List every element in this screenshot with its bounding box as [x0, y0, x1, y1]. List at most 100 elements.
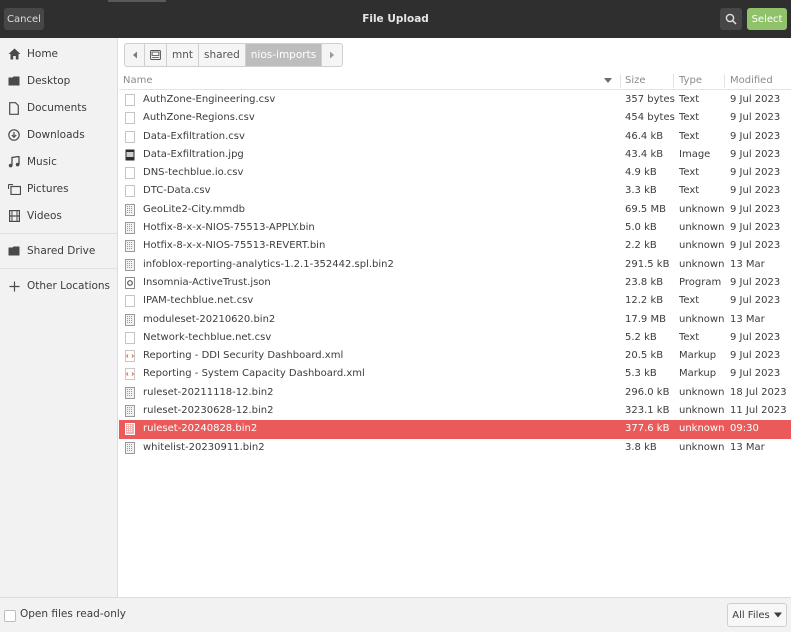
sidebar-item-desktop[interactable]: Desktop [0, 69, 117, 93]
column-header-size[interactable]: Size [625, 75, 646, 86]
file-modified: 9 Jul 2023 [730, 368, 781, 380]
column-header-type[interactable]: Type [679, 75, 702, 86]
file-row[interactable]: GeoLite2-City.mmdb 69.5 MB unknown 9 Jul 20… [119, 201, 791, 219]
file-row[interactable]: Insomnia-ActiveTrust.json 23.8 kB Program 9… [119, 274, 791, 292]
column-header-modified[interactable]: Modified [730, 75, 773, 86]
file-row[interactable]: IPAM-techblue.net.csv 12.2 kB Text 9 Jul 20… [119, 292, 791, 310]
file-row[interactable]: moduleset-20210620.bin2 17.9 MB unknown 13 … [119, 311, 791, 329]
path-segment-nios-imports[interactable]: nios-imports [245, 44, 323, 66]
file-size: 377.6 kB [625, 423, 670, 435]
file-modified: 13 Mar [730, 258, 765, 270]
file-row[interactable]: AuthZone-Regions.csv 454 bytes Text 9 Jul 2… [119, 109, 791, 127]
sidebar-item-music[interactable]: Music [0, 150, 117, 174]
file-row[interactable]: Data-Exfiltration.jpg 43.4 kB Image 9 Jul 2… [119, 146, 791, 164]
file-name: moduleset-20210620.bin2 [143, 313, 276, 325]
text-file-icon [125, 94, 135, 106]
sort-down-icon[interactable] [604, 78, 612, 84]
binary-file-icon [125, 405, 135, 418]
file-name: DTC-Data.csv [143, 185, 211, 197]
dialog-title: File Upload [362, 13, 429, 25]
sidebar-item-label: Other Locations [27, 280, 111, 292]
file-name: ruleset-20240828.bin2 [143, 423, 258, 435]
select-button[interactable]: Select [747, 8, 787, 30]
file-row[interactable]: Hotfix-8-x-x-NIOS-75513-REVERT.bin 2.2 kB… [119, 237, 791, 255]
bottom-bar: Open files read-only All Files [0, 597, 791, 632]
file-modified: 9 Jul 2023 [730, 350, 781, 362]
file-name: Data-Exfiltration.csv [143, 130, 245, 142]
sidebar-item-downloads[interactable]: Downloads [0, 123, 117, 147]
file-row[interactable]: ruleset-20211118-12.bin2 296.0 kB unknown 1… [119, 384, 791, 402]
file-row[interactable]: DNS-techblue.io.csv 4.9 kB Text 9 Jul 2023 [119, 164, 791, 182]
file-modified: 9 Jul 2023 [730, 148, 781, 160]
file-size: 46.4 kB [625, 130, 664, 142]
sidebar-item-home[interactable]: Home [0, 42, 117, 66]
search-button[interactable] [720, 8, 742, 30]
cancel-button[interactable]: Cancel [4, 8, 44, 30]
markup-file-icon [125, 350, 135, 363]
path-back-button[interactable] [125, 44, 145, 66]
file-size: 291.5 kB [625, 258, 670, 270]
file-name: Reporting - DDI Security Dashboard.xml [143, 350, 344, 362]
sidebar-item-other-locations[interactable]: Other Locations [0, 274, 117, 298]
file-modified: 09:30 [730, 423, 759, 435]
readonly-checkbox[interactable] [4, 610, 16, 622]
sidebar-item-label: Downloads [27, 129, 85, 141]
path-root-button[interactable] [145, 44, 167, 66]
path-segment-shared[interactable]: shared [199, 44, 246, 66]
file-row[interactable]: infoblox-reporting-analytics-1.2.1-35244… [119, 256, 791, 274]
file-type: unknown [679, 222, 725, 234]
file-name: Network-techblue.net.csv [143, 331, 272, 343]
file-name: Hotfix-8-x-x-NIOS-75513-REVERT.bin [143, 240, 326, 252]
file-size: 4.9 kB [625, 167, 657, 179]
header-bar: Cancel File Upload Select [0, 0, 791, 38]
music-icon [7, 155, 21, 169]
file-size: 5.2 kB [625, 331, 657, 343]
sidebar-item-videos[interactable]: Videos [0, 204, 117, 228]
home-icon [7, 47, 21, 61]
column-divider [724, 74, 725, 88]
file-filter-label: All Files [732, 609, 770, 621]
header-tab-indicator [108, 0, 166, 2]
file-type: Markup [679, 368, 717, 380]
sidebar-separator [0, 233, 117, 234]
file-name: Reporting - System Capacity Dashboard.xm… [143, 368, 365, 380]
file-row[interactable]: Data-Exfiltration.csv 46.4 kB Text 9 Jul 20… [119, 128, 791, 146]
file-name: Data-Exfiltration.jpg [143, 148, 244, 160]
file-size: 296.0 kB [625, 386, 670, 398]
file-type: Text [679, 167, 700, 179]
file-row[interactable]: whitelist-20230911.bin2 3.8 kB unknown 13 M… [119, 439, 791, 457]
path-segment-mnt[interactable]: mnt [167, 44, 199, 66]
file-modified: 9 Jul 2023 [730, 276, 781, 288]
binary-file-icon [125, 313, 135, 326]
markup-file-icon [125, 368, 135, 381]
file-type: unknown [679, 203, 725, 215]
file-size: 20.5 kB [625, 350, 664, 362]
file-row[interactable]: AuthZone-Engineering.csv 357 bytes Text 9 J… [119, 91, 791, 109]
file-type: Text [679, 295, 700, 307]
file-name: DNS-techblue.io.csv [143, 167, 244, 179]
image-file-icon [125, 149, 135, 161]
file-filter-dropdown[interactable]: All Files [727, 603, 787, 627]
file-row[interactable]: Network-techblue.net.csv 5.2 kB Text 9 Jul … [119, 329, 791, 347]
file-row[interactable]: Reporting - System Capacity Dashboard.xm… [119, 365, 791, 383]
file-size: 357 bytes [625, 94, 675, 105]
file-row[interactable]: ruleset-20230628-12.bin2 323.1 kB unknown 1… [119, 402, 791, 420]
file-row[interactable]: Hotfix-8-x-x-NIOS-75513-APPLY.bin 5.0 kB u… [119, 219, 791, 237]
file-size: 323.1 kB [625, 405, 670, 417]
sidebar-item-documents[interactable]: Documents [0, 96, 117, 120]
file-type: Text [679, 185, 700, 197]
file-modified: 9 Jul 2023 [730, 185, 781, 197]
sidebar-item-shared-drive[interactable]: Shared Drive [0, 239, 117, 263]
file-type: unknown [679, 423, 725, 435]
file-row[interactable]: Reporting - DDI Security Dashboard.xml 20… [119, 347, 791, 365]
readonly-label: Open files read-only [20, 608, 127, 620]
file-row[interactable]: DTC-Data.csv 3.3 kB Text 9 Jul 2023 [119, 182, 791, 200]
sidebar-item-label: Home [27, 48, 59, 60]
file-list-header: Name Size Type Modified [119, 72, 791, 90]
column-header-name[interactable]: Name [123, 75, 153, 86]
binary-file-icon [125, 203, 135, 216]
sidebar-item-pictures[interactable]: Pictures [0, 177, 117, 201]
file-row[interactable]: ruleset-20240828.bin2 377.6 kB unknown 09:3… [119, 420, 791, 439]
file-size: 2.2 kB [625, 240, 657, 252]
path-forward-button[interactable] [322, 44, 342, 66]
